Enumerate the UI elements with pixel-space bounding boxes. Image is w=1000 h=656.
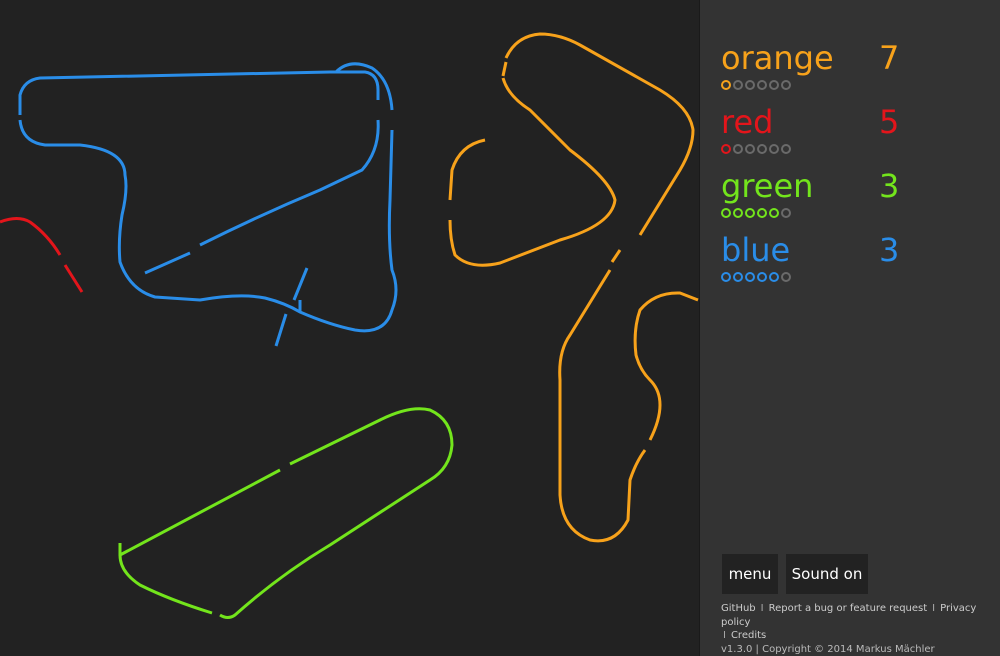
- round-dot: [745, 80, 755, 90]
- report-bug-link[interactable]: Report a bug or feature request: [769, 603, 928, 614]
- round-dot: [757, 272, 767, 282]
- player-row-orange: orange 7: [721, 38, 901, 94]
- orange-trail: [448, 32, 699, 543]
- round-dot: [757, 144, 767, 154]
- round-dot: [769, 208, 779, 218]
- round-dot: [781, 80, 791, 90]
- player-score: 3: [879, 231, 900, 269]
- green-trail: [118, 407, 454, 619]
- round-dot: [733, 144, 743, 154]
- round-dot: [721, 272, 731, 282]
- round-wins-indicator: [721, 80, 791, 92]
- game-canvas[interactable]: [0, 0, 700, 656]
- footer-separator: I: [760, 603, 764, 614]
- round-wins-indicator: [721, 208, 791, 220]
- player-score: 7: [879, 39, 900, 77]
- round-dot: [769, 272, 779, 282]
- round-dot: [745, 272, 755, 282]
- round-dot: [733, 208, 743, 218]
- round-dot: [745, 144, 755, 154]
- round-dot: [721, 80, 731, 90]
- game-field: [0, 32, 699, 619]
- round-wins-indicator: [721, 144, 791, 156]
- sound-toggle-button[interactable]: Sound on: [786, 554, 868, 594]
- round-wins-indicator: [721, 272, 791, 284]
- round-dot: [757, 208, 767, 218]
- round-dot: [769, 80, 779, 90]
- player-score: 3: [879, 167, 900, 205]
- footer-separator: I: [723, 630, 726, 641]
- player-row-blue: blue 3: [721, 230, 901, 286]
- round-dot: [733, 272, 743, 282]
- round-dot: [781, 272, 791, 282]
- round-dot: [757, 80, 767, 90]
- player-name: red: [721, 103, 774, 141]
- scoreboard-sidebar: orange 7 red 5 green 3 blue 3 menu Sound on Git…: [700, 0, 1000, 656]
- menu-button[interactable]: menu: [722, 554, 778, 594]
- blue-trail: [18, 62, 398, 347]
- version-copyright: v1.3.0 | Copyright © 2014 Markus Mächler: [721, 643, 935, 655]
- footer: GitHub I Report a bug or feature request I P…: [721, 602, 991, 656]
- round-dot: [733, 80, 743, 90]
- player-row-red: red 5: [721, 102, 901, 158]
- player-name: orange: [721, 39, 834, 77]
- round-dot: [769, 144, 779, 154]
- credits-link[interactable]: Credits: [731, 630, 766, 641]
- player-row-green: green 3: [721, 166, 901, 222]
- round-dot: [781, 208, 791, 218]
- round-dot: [721, 144, 731, 154]
- round-dot: [781, 144, 791, 154]
- player-name: green: [721, 167, 814, 205]
- footer-separator: I: [932, 603, 936, 614]
- player-name: blue: [721, 231, 791, 269]
- github-link[interactable]: GitHub: [721, 603, 756, 614]
- round-dot: [721, 208, 731, 218]
- red-trail: [0, 217, 84, 293]
- round-dot: [745, 208, 755, 218]
- player-score: 5: [879, 103, 900, 141]
